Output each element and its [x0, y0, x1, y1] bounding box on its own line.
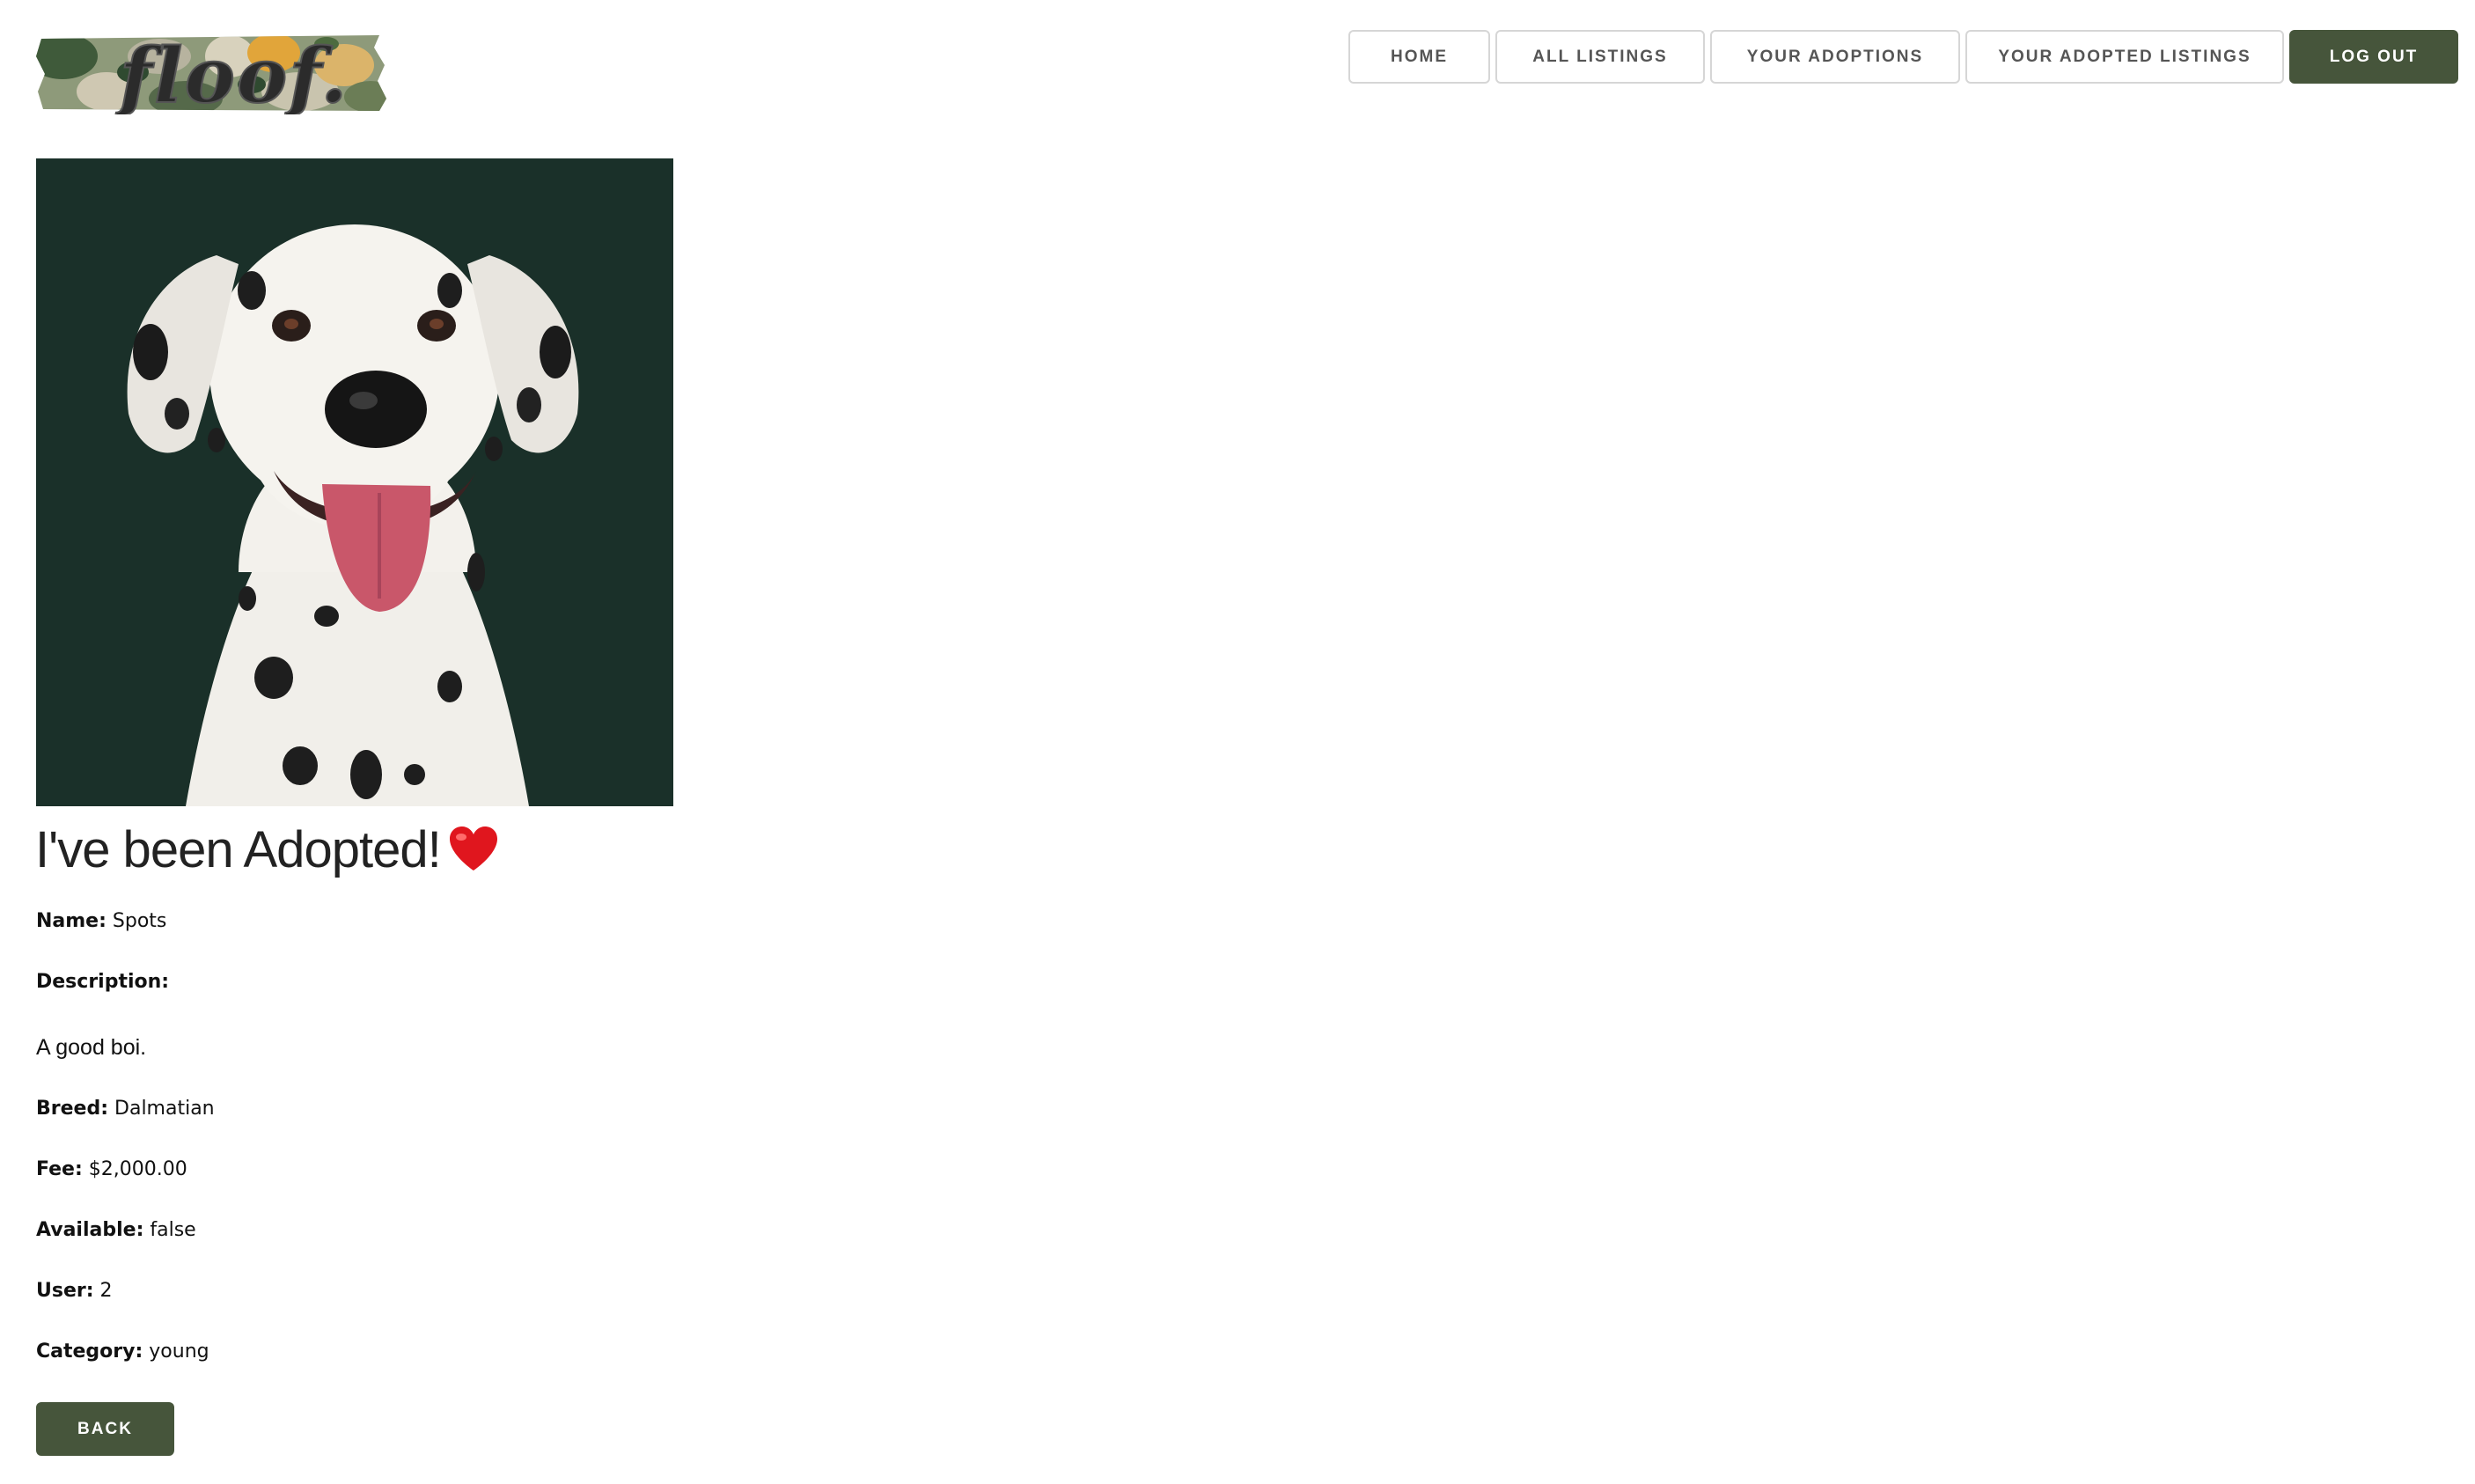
breed-value: Dalmatian	[114, 1098, 215, 1120]
user-field: User: 2	[36, 1278, 113, 1304]
fee-field: Fee: $2,000.00	[36, 1157, 187, 1183]
name-label: Name:	[36, 910, 106, 932]
adopted-heading-text: I've been Adopted!	[35, 821, 442, 878]
description-value: A good boi.	[36, 1035, 147, 1060]
dalmatian-photo	[36, 158, 673, 806]
nav-home-button[interactable]: HOME	[1348, 30, 1490, 84]
description-label: Description:	[36, 971, 170, 993]
fee-value: $2,000.00	[88, 1158, 187, 1180]
category-field: Category: young	[36, 1339, 209, 1365]
heart-icon	[449, 826, 497, 871]
category-value: young	[149, 1341, 209, 1363]
nav-log-out-button[interactable]: LOG OUT	[2289, 30, 2458, 84]
name-field: Name: Spots	[36, 908, 166, 935]
nav-your-adopted-listings-button[interactable]: YOUR ADOPTED LISTINGS	[1965, 30, 2284, 84]
user-value: 2	[99, 1280, 113, 1302]
available-value: false	[150, 1219, 196, 1241]
floof-logo[interactable]: floof.	[36, 30, 386, 114]
logo-text: floof.	[114, 32, 349, 114]
category-label: Category:	[36, 1341, 143, 1363]
back-button[interactable]: BACK	[36, 1402, 174, 1456]
available-label: Available:	[36, 1219, 144, 1241]
name-value: Spots	[112, 910, 167, 932]
breed-field: Breed: Dalmatian	[36, 1096, 215, 1122]
nav-all-listings-button[interactable]: ALL LISTINGS	[1495, 30, 1705, 84]
nav-your-adoptions-button[interactable]: YOUR ADOPTIONS	[1710, 30, 1960, 84]
description-field: Description:	[36, 969, 169, 995]
adopted-heading: I've been Adopted!	[35, 812, 499, 889]
breed-label: Breed:	[36, 1098, 109, 1120]
available-field: Available: false	[36, 1217, 196, 1244]
user-label: User:	[36, 1280, 94, 1302]
fee-label: Fee:	[36, 1158, 83, 1180]
main-nav: HOME ALL LISTINGS YOUR ADOPTIONS YOUR AD…	[1348, 30, 2458, 84]
